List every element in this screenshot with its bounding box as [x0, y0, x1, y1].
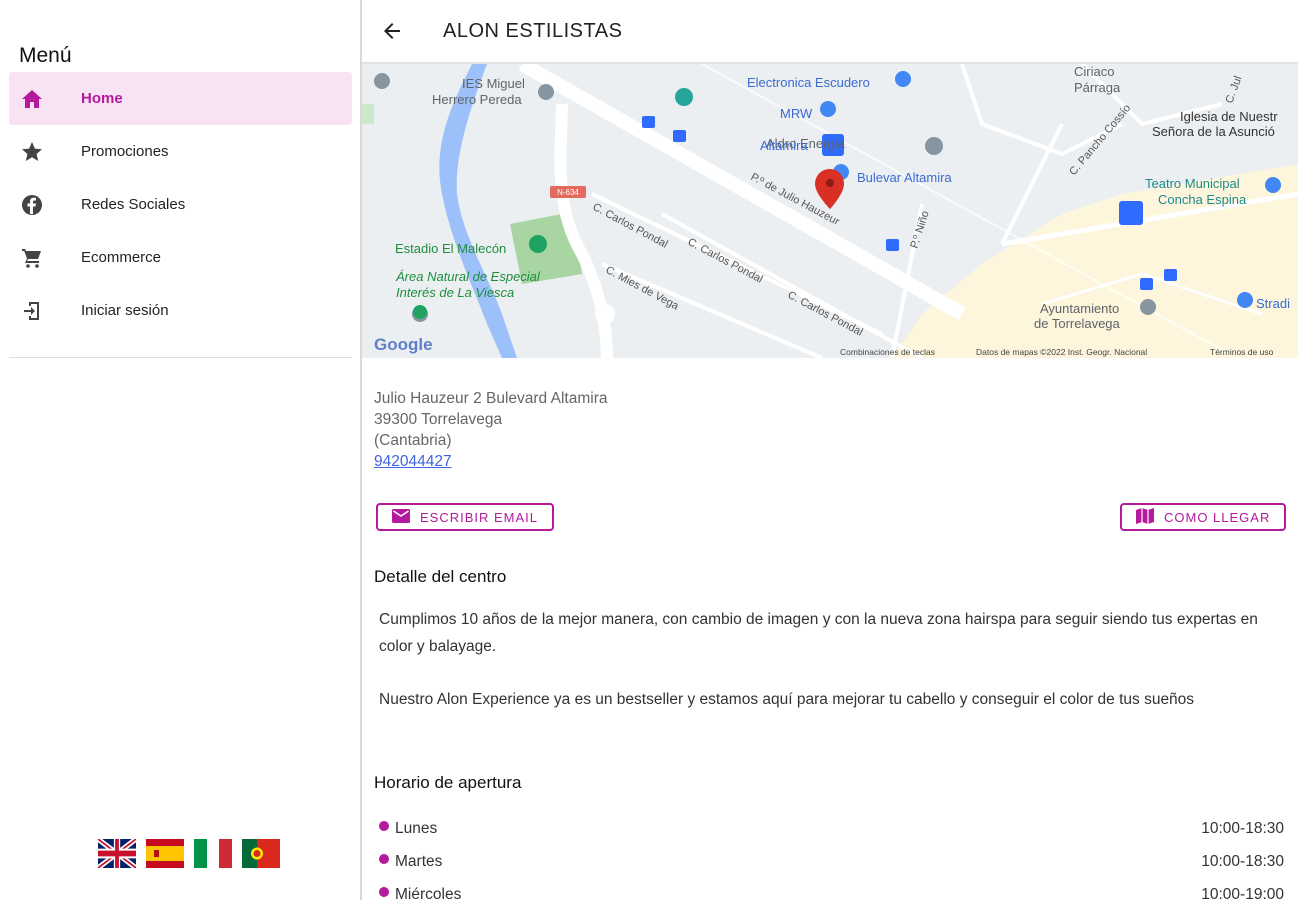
menu-item-iniciar-sesion[interactable]: Iniciar sesión	[9, 284, 352, 337]
map-footer-shortcuts[interactable]: Combinaciones de teclas	[840, 347, 935, 357]
map-label: Stradi	[1256, 296, 1290, 311]
hours-heading: Horario de apertura	[374, 773, 522, 792]
center-description: Cumplimos 10 años de la mejor manera, co…	[379, 607, 1285, 740]
facebook-icon	[10, 193, 54, 217]
address-line: Julio Hauzeur 2 Bulevard Altamira	[374, 390, 608, 407]
login-icon	[10, 299, 54, 323]
map-label: IES Miguel	[462, 76, 525, 91]
menu-item-promociones[interactable]: Promociones	[9, 125, 352, 178]
bullet-icon	[379, 853, 389, 864]
side-menu: Menú Home Promociones Redes Sociales Eco…	[0, 0, 362, 900]
map-label: MRW	[780, 106, 813, 121]
write-email-button[interactable]: ESCRIBIR EMAIL	[376, 503, 555, 531]
menu-item-label: Redes Sociales	[81, 196, 186, 213]
hours-row: Martes 10:00-18:30	[374, 845, 1284, 878]
menu-item-label: Ecommerce	[81, 249, 162, 266]
opening-hours-list: Lunes 10:00-18:30 Martes 10:00-18:30 Mié…	[374, 812, 1284, 911]
back-arrow-icon[interactable]	[380, 19, 410, 43]
menu-item-label: Promociones	[81, 143, 169, 160]
app-bar: ALON ESTILISTAS	[362, 0, 1298, 64]
hours-day: Lunes	[395, 819, 438, 837]
phone-link[interactable]: 942044427	[374, 451, 607, 472]
menu-item-redes-sociales[interactable]: Redes Sociales	[9, 178, 352, 231]
hours-day: Miércoles	[395, 885, 462, 903]
directions-button[interactable]: COMO LLEGAR	[1120, 503, 1287, 531]
italy-flag-icon[interactable]	[194, 839, 232, 868]
map-label: Estadio El Malecón	[395, 241, 506, 256]
uk-flag-icon[interactable]	[98, 839, 136, 868]
map-label: Bulevar Altamira	[857, 170, 952, 185]
map-label: Señora de la Asunció	[1152, 124, 1275, 139]
description-paragraph: Nuestro Alon Experience ya es un bestsel…	[379, 690, 1195, 708]
main-content: ALON ESTILISTAS N-634 IES Miguel Herrero…	[362, 0, 1298, 903]
menu-item-ecommerce[interactable]: Ecommerce	[9, 231, 352, 284]
menu-list: Home Promociones Redes Sociales Ecommerc…	[9, 72, 352, 337]
map-label: Herrero Pereda	[432, 92, 522, 107]
google-logo: Google	[374, 335, 433, 354]
address-block: Julio Hauzeur 2 Bulevard Altamira 39300 …	[374, 388, 607, 472]
menu-item-label: Iniciar sesión	[81, 302, 169, 319]
map-label: Ciriaco	[1074, 64, 1114, 79]
language-selector	[98, 839, 280, 868]
menu-title: Menú	[19, 44, 72, 67]
hours-time: 10:00-18:30	[1201, 819, 1284, 837]
hours-time: 10:00-19:00	[1201, 885, 1284, 903]
hours-row: Miércoles 10:00-19:00	[374, 878, 1284, 911]
map-label: Área Natural de Especial	[395, 269, 541, 284]
map-label: de Torrelavega	[1034, 316, 1121, 331]
map-label: Altamira	[760, 138, 808, 153]
menu-item-label: Home	[81, 90, 123, 107]
spain-flag-icon[interactable]	[146, 839, 184, 868]
button-label: ESCRIBIR EMAIL	[420, 509, 539, 525]
detail-heading: Detalle del centro	[374, 567, 507, 586]
map-footer-terms[interactable]: Términos de uso	[1210, 347, 1274, 357]
hours-row: Lunes 10:00-18:30	[374, 812, 1284, 845]
map-footer-data: Datos de mapas ©2022 Inst. Geogr. Nacion…	[976, 347, 1147, 357]
star-icon	[10, 140, 54, 164]
menu-divider	[9, 357, 352, 358]
home-icon	[10, 87, 54, 111]
address-line: (Cantabria)	[374, 432, 452, 449]
map-label: Interés de La Viesca	[396, 285, 514, 300]
map-label: Iglesia de Nuestr	[1180, 109, 1278, 124]
menu-item-home[interactable]: Home	[9, 72, 352, 125]
mail-icon	[392, 508, 410, 526]
map-label: Electronica Escudero	[747, 75, 870, 90]
portugal-flag-icon[interactable]	[242, 839, 280, 868]
description-paragraph: Cumplimos 10 años de la mejor manera, co…	[379, 611, 1258, 655]
location-map[interactable]: N-634 IES Miguel Herrero Pereda Aldro En…	[362, 64, 1298, 358]
map-label: Concha Espina	[1158, 192, 1247, 207]
map-label: Párraga	[1074, 80, 1121, 95]
bullet-icon	[379, 886, 389, 897]
hours-day: Martes	[395, 852, 443, 870]
page-title: ALON ESTILISTAS	[443, 19, 623, 42]
address-line: 39300 Torrelavega	[374, 411, 503, 428]
button-label: COMO LLEGAR	[1164, 509, 1271, 525]
map-icon	[1136, 507, 1154, 527]
bullet-icon	[379, 820, 389, 831]
map-label: N-634	[557, 188, 579, 197]
map-label: Teatro Municipal	[1145, 176, 1240, 191]
hours-time: 10:00-18:30	[1201, 852, 1284, 870]
cart-icon	[10, 246, 54, 270]
map-label: Ayuntamiento	[1040, 301, 1119, 316]
